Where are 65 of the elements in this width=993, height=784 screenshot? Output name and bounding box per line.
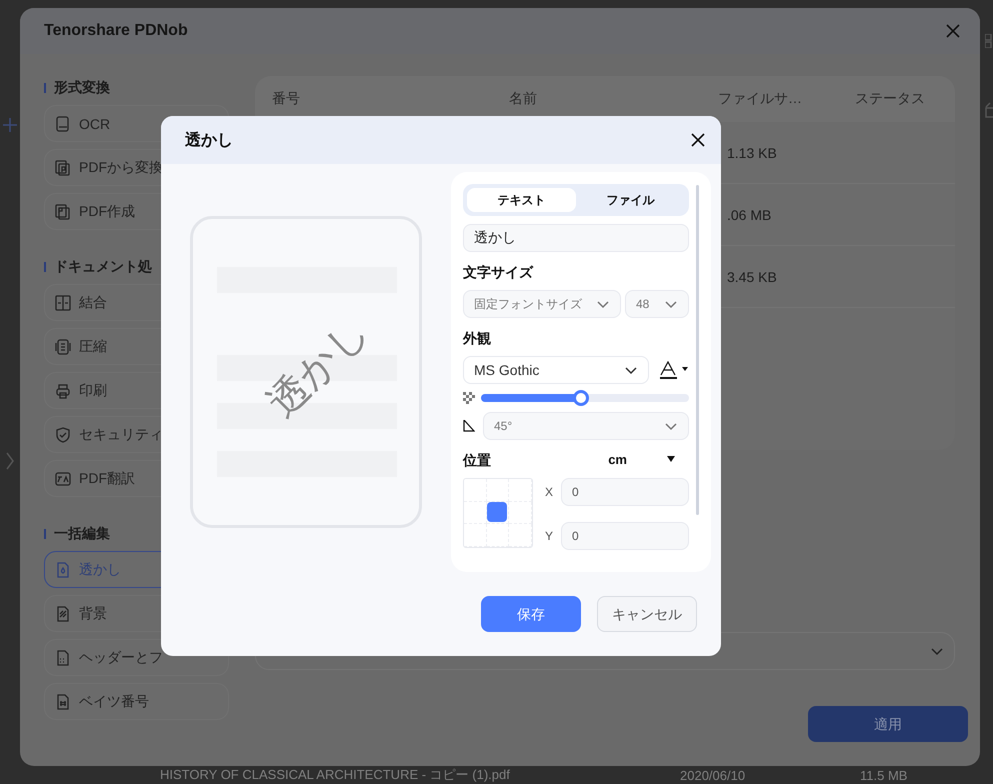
text-color-icon[interactable] (659, 361, 689, 379)
chevron-right-icon[interactable] (5, 452, 15, 470)
anchor-cell[interactable] (509, 502, 532, 524)
anchor-marker (487, 502, 508, 522)
tool-icon (55, 160, 71, 176)
anchor-cell[interactable] (464, 479, 487, 502)
y-field[interactable]: 0 (561, 522, 689, 550)
tool-icon (55, 116, 71, 132)
text-field[interactable]: 透かし (463, 224, 689, 252)
tool-icon (55, 294, 71, 310)
cancel-button[interactable]: キャンセル (597, 596, 697, 632)
plus-icon[interactable] (3, 118, 17, 132)
tool-icon (55, 606, 71, 622)
tool-icon (55, 426, 71, 442)
grid-icon[interactable] (985, 34, 993, 48)
section-heading: 一括編集 (54, 525, 110, 543)
tool-icon (55, 382, 71, 398)
anchor-cell[interactable] (509, 479, 532, 502)
rotation-dropdown[interactable]: 45° (483, 412, 689, 440)
tool-icon (55, 204, 71, 220)
file-size: 11.5 MB (860, 768, 908, 782)
tool-icon (55, 694, 71, 710)
anchor-cell[interactable] (509, 524, 532, 547)
column-header: 番号 (271, 90, 301, 108)
file-date: 2020/06/10 (680, 768, 746, 782)
anchor-cell[interactable] (486, 502, 510, 524)
column-header: 名前 (508, 90, 538, 108)
section-heading: 形式変換 (54, 79, 110, 97)
x-field[interactable]: 0 (561, 478, 689, 506)
tool-icon (55, 562, 71, 578)
section-label: 外観 (463, 330, 492, 348)
table-cell: .06 MB (727, 206, 772, 222)
apply-button[interactable]: 適用 (808, 706, 968, 742)
size-mode-dropdown[interactable]: 固定フォントサイズ (463, 290, 621, 318)
axis-label: Y (545, 529, 553, 543)
sidebar-item[interactable]: ベイツ番号 (44, 683, 229, 720)
file-name: HISTORY OF CLASSICAL ARCHITECTURE - コピー (1).pdf (160, 766, 511, 784)
watermark-text: 透かし (258, 307, 378, 428)
tab[interactable]: ファイル (576, 188, 685, 212)
tool-icon (55, 650, 71, 666)
save-button[interactable]: 保存 (481, 596, 581, 632)
caret-icon (667, 456, 675, 462)
export-icon[interactable] (985, 102, 993, 118)
column-header: ステータス (854, 90, 926, 108)
table-cell: 1.13 KB (727, 144, 777, 160)
tool-icon (55, 470, 71, 486)
unit-dropdown[interactable]: cm (608, 452, 675, 466)
tool-icon (55, 338, 71, 354)
slider-handle[interactable] (572, 390, 589, 406)
anchor-cell[interactable] (464, 524, 487, 547)
font-size-dropdown[interactable]: 48 (625, 290, 689, 318)
anchor-grid[interactable] (463, 478, 533, 548)
section-label: 位置 (463, 452, 491, 470)
axis-label: X (545, 485, 553, 499)
font-dropdown[interactable]: MS Gothic (463, 356, 649, 384)
section-heading: ドキュメント処 (54, 258, 152, 276)
close-icon[interactable] (691, 133, 705, 147)
table-cell: 3.45 KB (727, 268, 777, 284)
app-title: Tenorshare PDNob (44, 22, 188, 40)
angle-icon (463, 420, 475, 432)
anchor-cell[interactable] (486, 524, 510, 547)
section-label: 文字サイズ (463, 264, 534, 282)
column-header: ファイルサ… (717, 90, 803, 108)
opacity-icon (463, 392, 475, 404)
tab[interactable]: テキスト (467, 188, 576, 212)
